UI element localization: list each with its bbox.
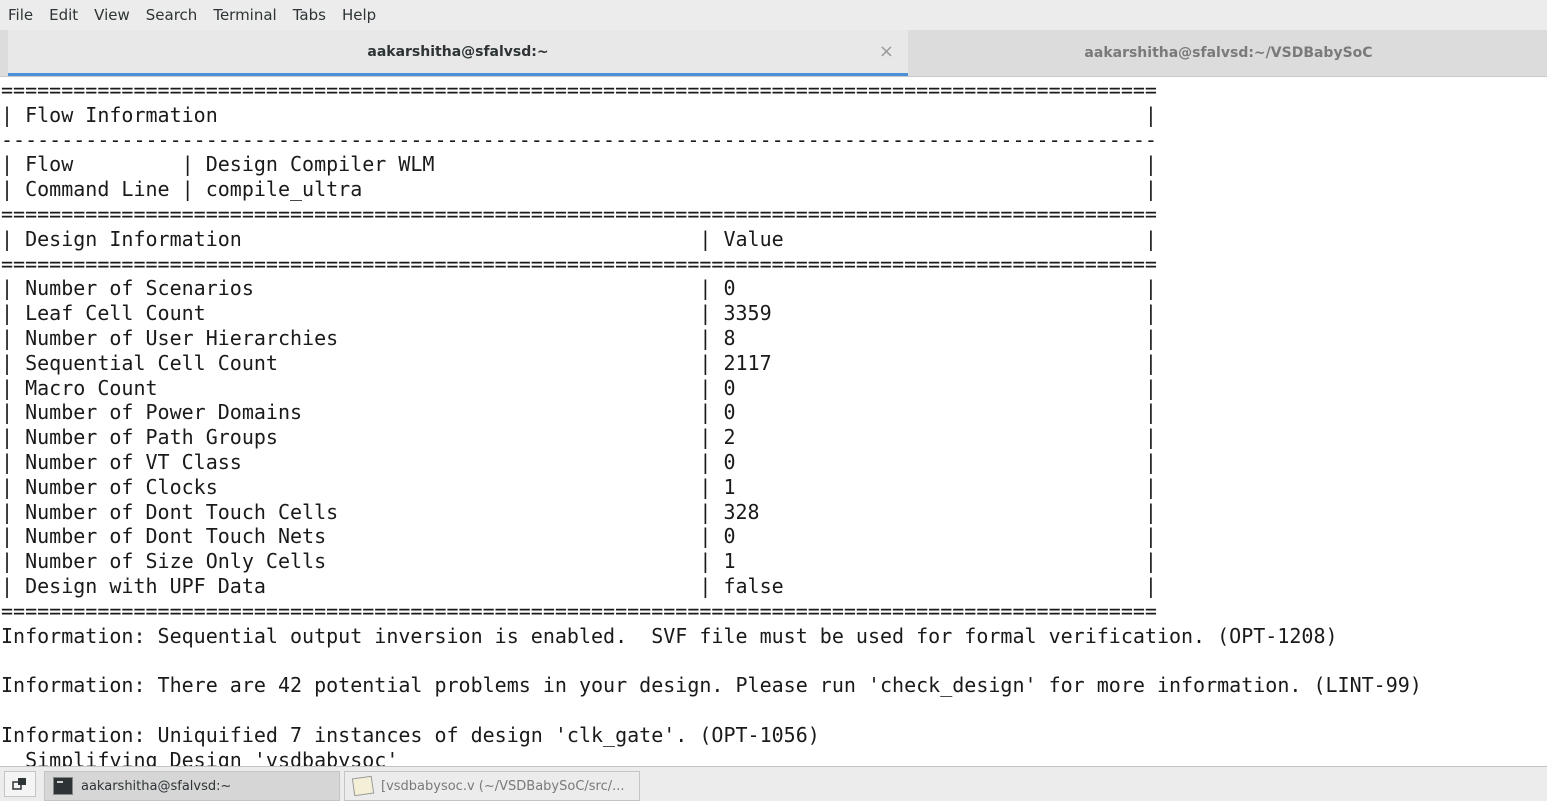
tab-bar: aakarshitha@sfalvsd:~ × aakarshitha@sfal…	[0, 30, 1547, 77]
terminal-line: | Number of User Hierarchies | 8 |	[1, 325, 1157, 350]
terminal-line: ----------------------------------------…	[1, 127, 1157, 152]
terminal-line: | Flow Information |	[1, 102, 1157, 127]
tab-home-label: aakarshitha@sfalvsd:~	[367, 43, 549, 60]
terminal-line: Information: Uniquified 7 instances of d…	[1, 722, 820, 747]
taskbar-item-editor[interactable]: [vsdbabysoc.v (~/VSDBabySoC/src/...	[344, 771, 640, 801]
taskbar-item-editor-label: [vsdbabysoc.v (~/VSDBabySoC/src/...	[381, 778, 625, 794]
terminal-line: | Number of Dont Touch Cells | 328 |	[1, 499, 1157, 524]
terminal-line: | Number of Path Groups | 2 |	[1, 425, 1157, 450]
tab-vsdbabysoc-label: aakarshitha@sfalvsd:~/VSDBabySoC	[1084, 45, 1373, 61]
terminal-line: | Number of Power Domains | 0 |	[1, 400, 1157, 425]
terminal-line: | Number of Scenarios | 0 |	[1, 276, 1157, 301]
terminal-line: | Design Information | Value |	[1, 226, 1157, 251]
terminal-line: | Flow | Design Compiler WLM |	[1, 152, 1157, 177]
terminal-line: | Number of Dont Touch Nets | 0 |	[1, 524, 1157, 549]
tab-vsdbabysoc[interactable]: aakarshitha@sfalvsd:~/VSDBabySoC	[910, 30, 1547, 76]
terminal-line: | Number of Size Only Cells | 1 |	[1, 549, 1157, 574]
terminal-line: ========================================…	[1, 78, 1157, 102]
terminal-line: ========================================…	[1, 251, 1157, 276]
menu-tabs[interactable]: Tabs	[285, 0, 334, 30]
taskbar-item-terminal-label: aakarshitha@sfalvsd:~	[81, 778, 232, 794]
terminal-line: | Command Line | compile_ultra |	[1, 177, 1157, 202]
terminal-line: | Number of Clocks | 1 |	[1, 474, 1157, 499]
menu-search[interactable]: Search	[138, 0, 206, 30]
menu-terminal[interactable]: Terminal	[205, 0, 284, 30]
terminal-line: Information: Sequential output inversion…	[1, 623, 1338, 648]
terminal-line: | Sequential Cell Count | 2117 |	[1, 350, 1157, 375]
text-editor-icon	[351, 775, 375, 797]
terminal-text: ========================================…	[0, 78, 1547, 766]
terminal-line: ========================================…	[1, 598, 1157, 623]
terminal-line: | Macro Count | 0 |	[1, 375, 1157, 400]
menu-edit[interactable]: Edit	[41, 0, 86, 30]
terminal-icon	[53, 777, 73, 795]
terminal-line: ========================================…	[1, 201, 1157, 226]
tab-home[interactable]: aakarshitha@sfalvsd:~ ×	[8, 30, 908, 76]
terminal-line: | Number of VT Class | 0 |	[1, 449, 1157, 474]
taskbar: aakarshitha@sfalvsd:~ [vsdbabysoc.v (~/V…	[0, 766, 1547, 801]
terminal-line: Information: There are 42 potential prob…	[1, 673, 1422, 698]
menubar: File Edit View Search Terminal Tabs Help	[0, 0, 1547, 30]
terminal-line: | Design with UPF Data | false |	[1, 573, 1157, 598]
menu-file[interactable]: File	[0, 0, 41, 30]
terminal-line: | Leaf Cell Count | 3359 |	[1, 301, 1157, 326]
terminal-line: Simplifying Design 'vsdbabysoc'	[1, 747, 399, 766]
taskbar-item-terminal[interactable]: aakarshitha@sfalvsd:~	[44, 771, 340, 801]
close-icon[interactable]: ×	[879, 41, 894, 62]
menu-help[interactable]: Help	[334, 0, 384, 30]
show-desktop-button[interactable]	[4, 771, 36, 797]
menu-view[interactable]: View	[86, 0, 138, 30]
window-switch-icon	[12, 778, 26, 790]
terminal-output[interactable]: ========================================…	[0, 78, 1547, 766]
